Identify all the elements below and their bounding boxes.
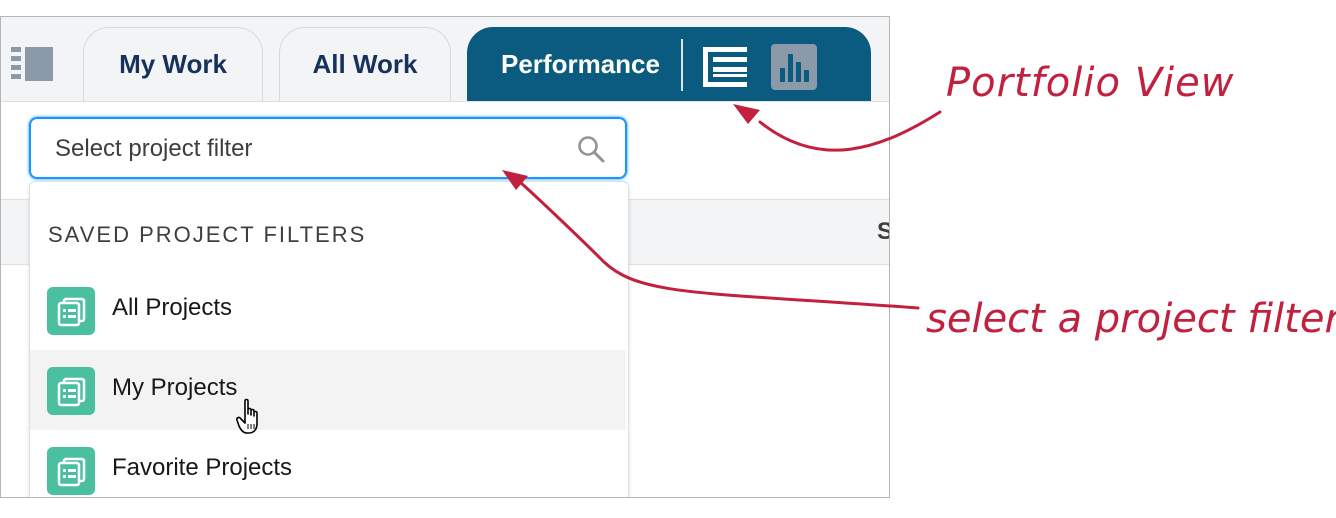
annotation-select-filter: select a project filter [926,296,1336,342]
tab-my-work[interactable]: My Work [83,27,263,101]
saved-filters-dropdown: SAVED PROJECT FILTERS All Projects My Pr… [29,181,629,497]
filter-item-label: My Projects [112,374,238,401]
tab-bar: My Work All Work Performance [1,17,889,102]
project-filter-search[interactable] [29,117,627,179]
search-icon[interactable] [577,135,605,163]
bar-chart-icon [780,54,809,82]
filter-item-all-projects[interactable]: All Projects [30,270,626,350]
list-icon [47,367,95,415]
list-icon [47,287,95,335]
dropdown-heading: SAVED PROJECT FILTERS [48,222,367,247]
filter-item-label: Favorite Projects [112,454,293,481]
filter-item-my-projects[interactable]: My Projects [30,350,626,434]
search-input[interactable] [53,129,557,169]
list-icon [47,447,95,495]
annotation-portfolio-view: Portfolio View [946,60,1235,106]
tab-divider [681,39,683,91]
column-header-partial: S [877,218,889,246]
tab-all-work-label: All Work [312,49,418,79]
filter-item-favorite-projects[interactable]: Favorite Projects [30,430,626,497]
tab-all-work[interactable]: All Work [279,27,451,101]
tab-performance[interactable]: Performance [467,27,871,101]
app-window: My Work All Work Performance Select proj… [0,16,890,498]
tab-performance-label: Performance [501,48,660,79]
panel-toggle-icon[interactable] [9,43,57,87]
portfolio-view-icon[interactable] [701,43,749,91]
chart-view-button[interactable] [771,44,817,90]
tab-my-work-label: My Work [119,49,227,79]
filter-item-label: All Projects [112,294,233,321]
